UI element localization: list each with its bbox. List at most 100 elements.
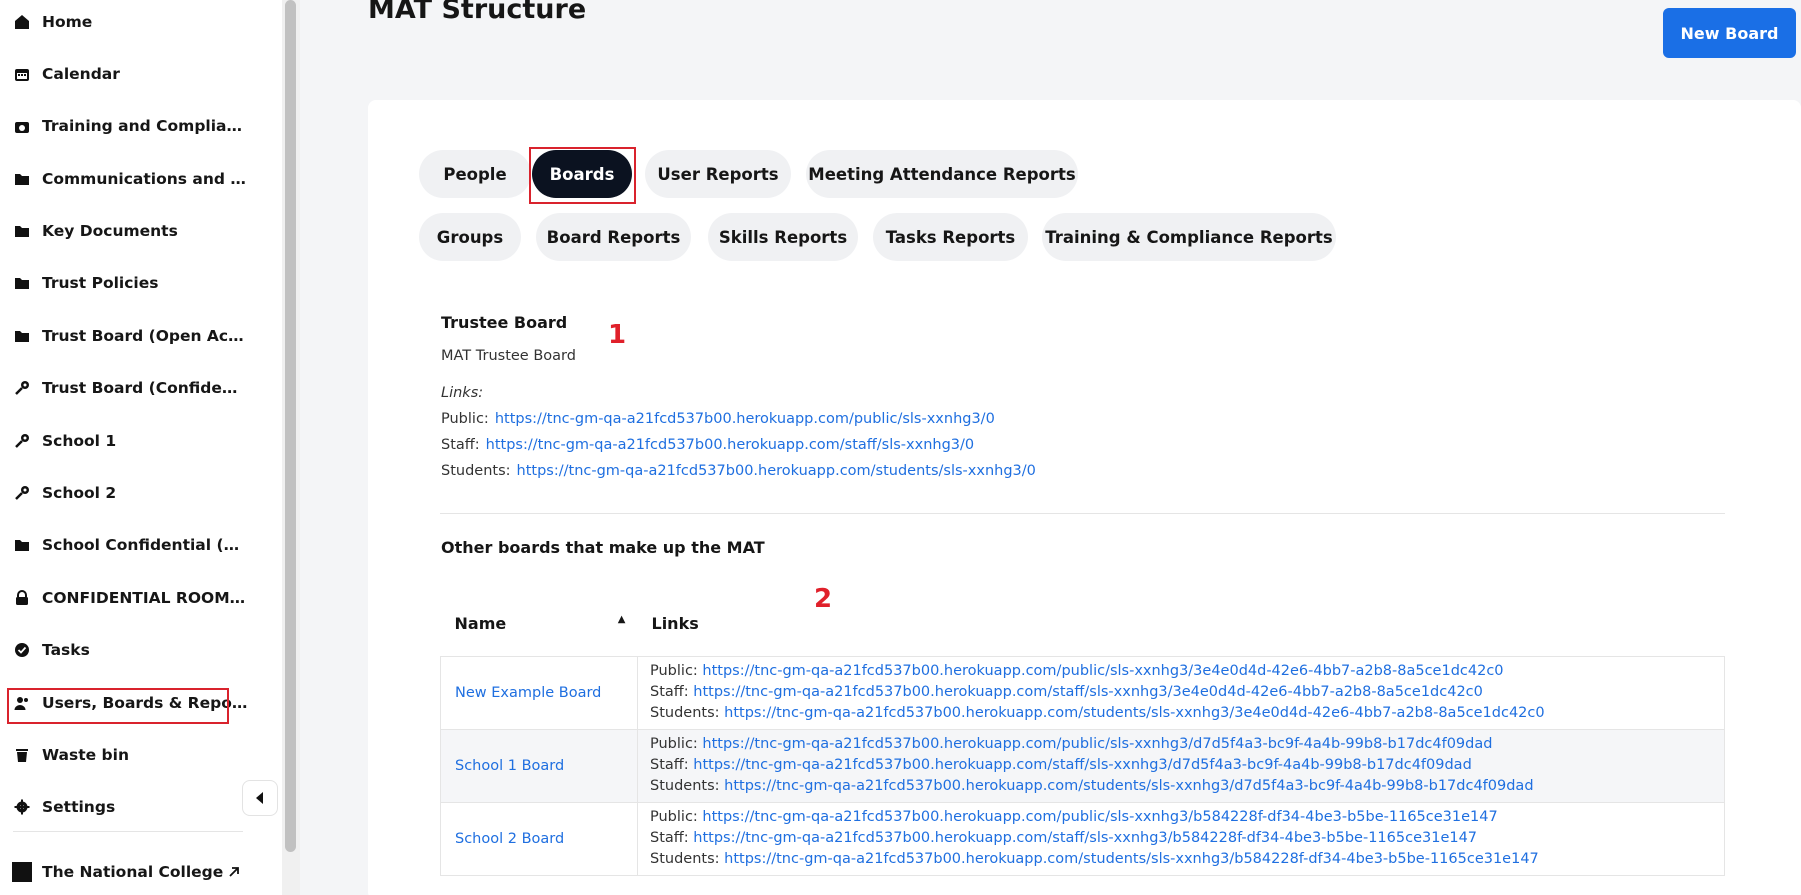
sidebar-item-label: Tasks [42,641,90,659]
folder-icon [13,222,31,240]
sidebar-item-school-2[interactable]: School 2 [0,473,260,513]
public-label: Public: [650,663,698,679]
trustee-public-link[interactable]: https://tnc-gm-qa-a21fcd537b00.herokuapp… [495,411,995,427]
sidebar-item-school-confidential-ope[interactable]: School Confidential (Ope... [0,525,260,565]
new-board-button[interactable]: New Board [1663,8,1796,58]
sidebar-item-training-and-complianc[interactable]: Training and Complianc... [0,106,260,146]
sidebar-item-trust-board-open-acces[interactable]: Trust Board (Open Acces... [0,316,260,356]
mat-trustee-board-link[interactable]: MAT Trustee Board [441,348,576,364]
links-column-header: Links [637,592,1725,657]
students-link-row: Students: https://tnc-gm-qa-a21fcd537b00… [650,849,1712,870]
public-label: Public: [441,411,489,427]
section-divider [440,513,1725,514]
folder-icon [13,327,31,345]
sidebar-item-label: Key Documents [42,222,178,240]
staff-label: Staff: [441,437,480,453]
sort-ascending-icon[interactable]: ▲ [618,614,626,625]
board-links-cell: Public: https://tnc-gm-qa-a21fcd537b00.h… [637,801,1725,876]
sidebar-item-trust-board-confidential[interactable]: Trust Board (Confidential) [0,368,260,408]
trustee-staff-link[interactable]: https://tnc-gm-qa-a21fcd537b00.herokuapp… [486,437,974,453]
sidebar-item-tasks[interactable]: Tasks [0,630,260,670]
sidebar-item-label: Communications and Op... [42,170,248,188]
tab-user-reports[interactable]: User Reports [645,150,791,198]
staff-link-row: Staff: https://tnc-gm-qa-a21fcd537b00.he… [650,828,1712,849]
students-label: Students: [650,851,720,867]
gear-icon [13,798,31,816]
sidebar-item-label: Home [42,13,93,31]
sidebar-item-waste-bin[interactable]: Waste bin [0,735,260,775]
lock-icon [13,589,31,607]
national-college-link[interactable]: The National College [12,857,247,887]
public-label: Public: [650,809,698,825]
tab-board-reports[interactable]: Board Reports [536,213,691,261]
staff-link[interactable]: https://tnc-gm-qa-a21fcd537b00.herokuapp… [693,757,1472,773]
tab-training-compliance-reports[interactable]: Training & Compliance Reports [1042,213,1336,261]
key-icon [13,379,31,397]
board-name-link[interactable]: School 1 Board [455,758,564,774]
tab-meeting-attendance-reports[interactable]: Meeting Attendance Reports [806,150,1078,198]
collapse-sidebar-button[interactable] [242,780,278,816]
sidebar-item-communications-and-op[interactable]: Communications and Op... [0,159,260,199]
students-label: Students: [441,463,511,479]
home-icon [13,13,31,31]
name-column-label: Name [454,614,507,634]
students-label: Students: [650,778,720,794]
public-link[interactable]: https://tnc-gm-qa-a21fcd537b00.herokuapp… [702,809,1497,825]
tab-groups[interactable]: Groups [419,213,521,261]
table-row: New Example Board Public: https://tnc-gm-… [440,655,1725,730]
links-label: Links: [441,385,484,401]
sidebar-item-label: School 2 [42,484,117,502]
folder-icon [13,536,31,554]
students-link-row: Students: https://tnc-gm-qa-a21fcd537b00… [650,703,1712,724]
folder-icon [13,170,31,188]
public-link[interactable]: https://tnc-gm-qa-a21fcd537b00.herokuapp… [702,663,1503,679]
sidebar-item-calendar[interactable]: Calendar [0,54,260,94]
students-link-row: Students: https://tnc-gm-qa-a21fcd537b00… [650,776,1712,797]
calendar-icon [13,65,31,83]
students-label: Students: [650,705,720,721]
public-label: Public: [650,736,698,752]
sidebar-item-key-documents[interactable]: Key Documents [0,211,260,251]
staff-link[interactable]: https://tnc-gm-qa-a21fcd537b00.herokuapp… [693,684,1483,700]
sidebar-item-school-1[interactable]: School 1 [0,421,260,461]
highlight-frame-users [7,688,229,724]
sidebar-item-confidential-room-pri[interactable]: CONFIDENTIAL ROOM (Pri... [0,578,260,618]
table-row: School 1 Board Public: https://tnc-gm-qa-… [440,728,1725,803]
staff-link[interactable]: https://tnc-gm-qa-a21fcd537b00.herokuapp… [693,830,1477,846]
sidebar-item-label: School Confidential (Ope... [42,536,248,554]
trash-icon [13,746,31,764]
page-title: MAT Structure [368,0,587,25]
training-icon [13,117,31,135]
staff-label: Staff: [650,830,689,846]
public-link-row: Public: https://tnc-gm-qa-a21fcd537b00.h… [650,734,1712,755]
boards-table: Name ▲ Links New Example Board Public: htt… [440,592,1725,876]
tab-tasks-reports[interactable]: Tasks Reports [873,213,1028,261]
sidebar-scrollbar-thumb[interactable] [285,0,296,852]
sidebar-item-label: CONFIDENTIAL ROOM (Pri... [42,589,248,607]
sidebar-item-label: Trust Board (Confidential) [42,379,248,397]
national-college-logo [12,862,32,882]
trustee-staff-row: Staff: https://tnc-gm-qa-a21fcd537b00.her… [441,437,974,453]
sidebar-item-label: Calendar [42,65,120,83]
sidebar-divider [13,831,243,832]
folder-icon [13,274,31,292]
board-name-link[interactable]: New Example Board [455,685,601,701]
students-link[interactable]: https://tnc-gm-qa-a21fcd537b00.herokuapp… [724,778,1533,794]
tab-people[interactable]: People [419,150,531,198]
sidebar-item-home[interactable]: Home [0,2,260,42]
highlight-frame-boards [529,147,636,204]
students-link[interactable]: https://tnc-gm-qa-a21fcd537b00.herokuapp… [724,851,1539,867]
students-link[interactable]: https://tnc-gm-qa-a21fcd537b00.herokuapp… [724,705,1544,721]
board-name-link[interactable]: School 2 Board [455,831,564,847]
sidebar-item-label: Trust Policies [42,274,159,292]
sidebar-item-trust-policies[interactable]: Trust Policies [0,263,260,303]
sidebar-item-settings[interactable]: Settings [0,787,260,827]
tab-skills-reports[interactable]: Skills Reports [708,213,858,261]
staff-link-row: Staff: https://tnc-gm-qa-a21fcd537b00.he… [650,682,1712,703]
sidebar-item-label: School 1 [42,432,117,450]
public-link[interactable]: https://tnc-gm-qa-a21fcd537b00.herokuapp… [702,736,1492,752]
name-column-header[interactable]: Name ▲ [440,592,638,657]
trustee-students-link[interactable]: https://tnc-gm-qa-a21fcd537b00.herokuapp… [517,463,1036,479]
staff-link-row: Staff: https://tnc-gm-qa-a21fcd537b00.he… [650,755,1712,776]
staff-label: Staff: [650,757,689,773]
